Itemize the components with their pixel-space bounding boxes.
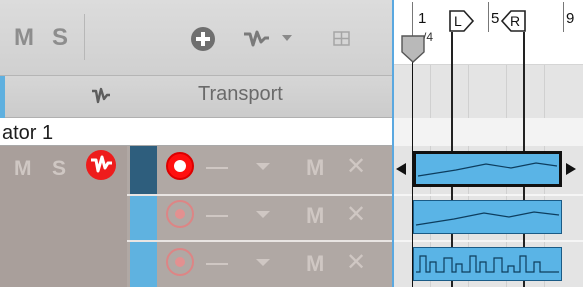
pattern-step-curve [416, 255, 559, 273]
transport-track-name: Transport [198, 83, 283, 105]
right-locator-flag[interactable]: R [500, 10, 526, 32]
lane-divider [394, 240, 583, 242]
chevron-down-icon[interactable] [256, 259, 270, 266]
toolbar-mute-button[interactable]: M [14, 24, 34, 52]
clip-right-arrow-icon[interactable] [566, 163, 576, 175]
automation-wave-icon [244, 30, 292, 47]
transport-header [0, 76, 392, 118]
close-icon[interactable]: ✕ [346, 203, 366, 227]
left-locator-label: L [454, 13, 462, 29]
chevron-down-icon[interactable] [256, 211, 270, 218]
right-locator-label: R [510, 13, 521, 29]
grid-icon [333, 31, 350, 46]
close-icon[interactable]: ✕ [346, 155, 366, 179]
ruler-tick [488, 2, 489, 32]
close-icon[interactable]: ✕ [346, 251, 366, 275]
lane-record-button[interactable] [166, 248, 194, 276]
lane-value-dash [206, 167, 228, 169]
pattern-clip[interactable] [413, 247, 562, 281]
transport-automation-icon-wrap [90, 86, 112, 106]
arrangement-device-row [394, 118, 583, 146]
lane-value-dash [206, 263, 228, 265]
lane-record-button[interactable] [166, 200, 194, 228]
automation-curve [415, 211, 560, 226]
playhead-handle[interactable] [400, 34, 426, 64]
automation-wave-icon [92, 87, 110, 104]
automation-clip-selected[interactable] [413, 151, 562, 187]
ruler-bar-number: 9 [566, 10, 575, 27]
lane-color-strip [130, 242, 157, 287]
device-name: ator 1 [2, 122, 54, 144]
device-mute-button[interactable]: M [14, 157, 32, 181]
plus-circle-icon [191, 27, 215, 51]
toolbar-solo-button[interactable]: S [52, 24, 68, 52]
transport-color-stripe [0, 76, 5, 118]
left-locator-flag[interactable]: L [449, 10, 475, 32]
grid-button[interactable] [332, 29, 352, 49]
clip-left-arrow-icon[interactable] [396, 163, 406, 175]
ruler-tick [563, 2, 564, 32]
locator-flag-icon [449, 10, 475, 32]
automation-badge-button[interactable] [86, 150, 116, 180]
device-name-row[interactable] [0, 118, 394, 146]
device-solo-button[interactable]: S [52, 157, 66, 181]
automation-badge-icon [91, 155, 112, 173]
lane-mute-button[interactable]: M [306, 155, 324, 181]
toolbar-divider [84, 14, 85, 60]
ruler-bar-number: 1 [418, 10, 427, 27]
chevron-down-icon[interactable] [256, 163, 270, 170]
playhead-icon [401, 35, 425, 63]
lane-divider [127, 194, 394, 196]
lane-mute-button[interactable]: M [306, 251, 324, 277]
add-track-button[interactable] [190, 26, 216, 52]
lane-mute-button[interactable]: M [306, 203, 324, 229]
automation-menu-button[interactable] [242, 28, 298, 50]
automation-curve [417, 162, 558, 177]
automation-clip[interactable] [413, 200, 562, 234]
playhead-line [412, 36, 413, 287]
lane-value-dash [206, 215, 228, 217]
lane-divider [394, 194, 583, 196]
lane-divider [127, 240, 394, 242]
ruler-bar-number: 5 [491, 10, 500, 27]
lane-color-strip-selected [130, 146, 157, 194]
lane-color-strip [130, 196, 157, 240]
lane-record-button-active[interactable] [166, 152, 194, 180]
